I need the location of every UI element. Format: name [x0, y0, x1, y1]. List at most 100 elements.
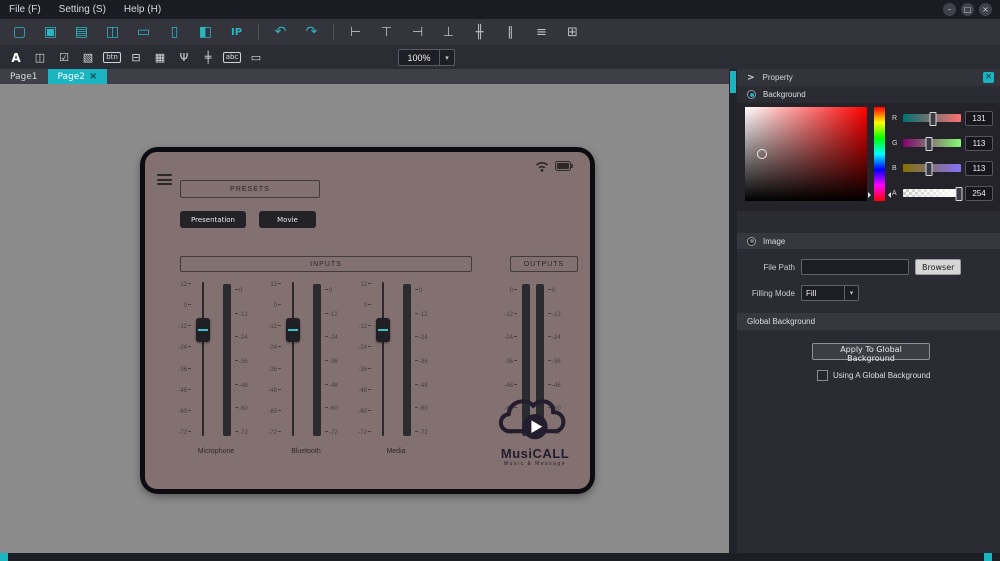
red-slider[interactable]	[903, 114, 961, 122]
distribute-horizontal-icon[interactable]: ∥	[495, 21, 526, 44]
align-right-icon[interactable]: ⊣	[402, 21, 433, 44]
horizontal-scroll-thumb-left[interactable]	[0, 553, 8, 561]
microphone-fader[interactable]	[195, 282, 211, 436]
blue-slider-handle[interactable]	[925, 162, 932, 176]
menu-setting[interactable]: Setting (S)	[50, 0, 115, 19]
checkbox-tool-icon[interactable]: ☑	[52, 48, 76, 67]
cloud-play-icon	[491, 388, 579, 442]
close-panel-icon[interactable]: ×	[983, 72, 994, 83]
dropdown-arrow-icon[interactable]: ▾	[844, 286, 858, 300]
paste-icon[interactable]: ▤	[66, 21, 97, 44]
export-image-icon[interactable]: ◧	[190, 21, 221, 44]
menu-file[interactable]: File (F)	[0, 0, 50, 19]
vertical-scrollbar[interactable]	[729, 69, 737, 553]
scale-tick: -48	[358, 388, 371, 394]
horizontal-scrollbar[interactable]	[0, 553, 1000, 561]
scale-tick: -24	[268, 345, 281, 351]
maximize-icon[interactable]: □	[961, 3, 974, 16]
apply-global-background-button[interactable]: Apply To Global Background	[812, 343, 930, 360]
ip-config-icon[interactable]: IP	[221, 21, 252, 44]
image-section-header[interactable]: Image	[737, 233, 1000, 249]
image-radio[interactable]	[747, 237, 756, 246]
meter-scale: 0-12-24-36-48-60-72	[325, 288, 343, 436]
fader-tool-icon[interactable]: ╪	[196, 48, 220, 67]
red-slider-handle[interactable]	[929, 112, 936, 126]
mic-tool-icon[interactable]: Ψ	[172, 48, 196, 67]
menu-help[interactable]: Help (H)	[115, 0, 170, 19]
controls-toolbar: A ◫ ☑ ▧ btn ⊟ ▦ Ψ ╪ abc ▭ 100% ▾	[0, 46, 1000, 69]
save-icon[interactable]: ▣	[35, 21, 66, 44]
new-page-icon[interactable]: ▢	[4, 21, 35, 44]
phone-view-icon[interactable]: ▯	[159, 21, 190, 44]
fader-handle[interactable]	[196, 318, 210, 342]
global-background-checkbox[interactable]	[817, 370, 828, 381]
tab-page2[interactable]: Page2 ×	[48, 69, 108, 84]
scale-tick: 0	[548, 288, 555, 294]
image-tool-icon[interactable]: ▧	[76, 48, 100, 67]
scale-tick: -36	[268, 367, 281, 373]
collapse-panel-icon[interactable]: >	[747, 73, 755, 83]
fader-track	[292, 282, 294, 436]
design-canvas[interactable]: PRESETS Presentation Movie INPUTS OUTPUT…	[0, 84, 729, 553]
tab-close-icon[interactable]: ×	[89, 72, 97, 82]
bluetooth-fader[interactable]	[285, 282, 301, 436]
blue-slider[interactable]	[903, 164, 961, 172]
frame-tool-icon[interactable]: ▭	[244, 48, 268, 67]
alpha-slider[interactable]	[903, 189, 961, 197]
file-path-input[interactable]	[801, 259, 909, 275]
align-center-icon[interactable]: ╫	[464, 21, 495, 44]
hue-slider[interactable]	[874, 107, 885, 201]
redo-icon[interactable]: ↷	[296, 21, 327, 44]
horizontal-scroll-thumb-right[interactable]	[984, 553, 992, 561]
sv-cursor[interactable]	[757, 149, 767, 159]
same-size-icon[interactable]: ⊞	[557, 21, 588, 44]
button-tool-icon[interactable]: btn	[100, 48, 124, 67]
scale-tick: -24	[325, 335, 338, 341]
channel-label: Bluetooth	[263, 448, 349, 455]
fader-handle[interactable]	[376, 318, 390, 342]
saturation-value-picker[interactable]	[745, 107, 867, 201]
fader-handle[interactable]	[286, 318, 300, 342]
wifi-icon	[535, 159, 549, 177]
background-radio[interactable]	[747, 90, 756, 99]
align-top-icon[interactable]: ⊤	[371, 21, 402, 44]
preset-presentation-button[interactable]: Presentation	[180, 211, 246, 228]
blue-value[interactable]: 113	[965, 161, 993, 176]
preset-movie-button[interactable]: Movie	[259, 211, 316, 228]
alpha-value[interactable]: 254	[965, 186, 993, 201]
panel-tool-icon[interactable]: ◫	[28, 48, 52, 67]
scale-tick: -36	[504, 359, 517, 365]
undo-icon[interactable]: ↶	[265, 21, 296, 44]
media-fader[interactable]	[375, 282, 391, 436]
filling-mode-dropdown[interactable]: Fill ▾	[801, 285, 859, 301]
align-bottom-icon[interactable]: ⊥	[433, 21, 464, 44]
align-left-icon[interactable]: ⊢	[340, 21, 371, 44]
toggle-tool-icon[interactable]: ⊟	[124, 48, 148, 67]
distribute-vertical-icon[interactable]: ≡	[526, 21, 557, 44]
label-tool-icon[interactable]: abc	[220, 48, 244, 67]
device-mockup[interactable]: PRESETS Presentation Movie INPUTS OUTPUT…	[140, 147, 595, 494]
red-value[interactable]: 131	[965, 111, 993, 126]
tab-page1[interactable]: Page1	[0, 69, 48, 84]
minimize-icon[interactable]: –	[943, 3, 956, 16]
hamburger-menu-icon[interactable]	[157, 174, 172, 185]
text-tool-icon[interactable]: A	[4, 48, 28, 67]
vertical-scroll-thumb[interactable]	[730, 71, 736, 93]
alpha-slider-handle[interactable]	[956, 187, 963, 201]
tablet-view-icon[interactable]: ▭	[128, 21, 159, 44]
media-level-meter	[403, 284, 411, 436]
green-slider-handle[interactable]	[925, 137, 932, 151]
zoom-dropdown-icon[interactable]: ▾	[439, 50, 454, 65]
scale-tick: -72	[178, 430, 191, 436]
scale-tick: -24	[548, 335, 561, 341]
close-icon[interactable]: ×	[979, 3, 992, 16]
browser-button[interactable]: Browser	[915, 259, 961, 275]
global-background-header: Global Background	[737, 313, 1000, 330]
duplicate-icon[interactable]: ◫	[97, 21, 128, 44]
zoom-control[interactable]: 100% ▾	[398, 49, 455, 66]
toolbar-separator	[258, 24, 259, 40]
green-slider[interactable]	[903, 139, 961, 147]
green-value[interactable]: 113	[965, 136, 993, 151]
background-section-row[interactable]: Background	[737, 86, 1000, 103]
grid-tool-icon[interactable]: ▦	[148, 48, 172, 67]
